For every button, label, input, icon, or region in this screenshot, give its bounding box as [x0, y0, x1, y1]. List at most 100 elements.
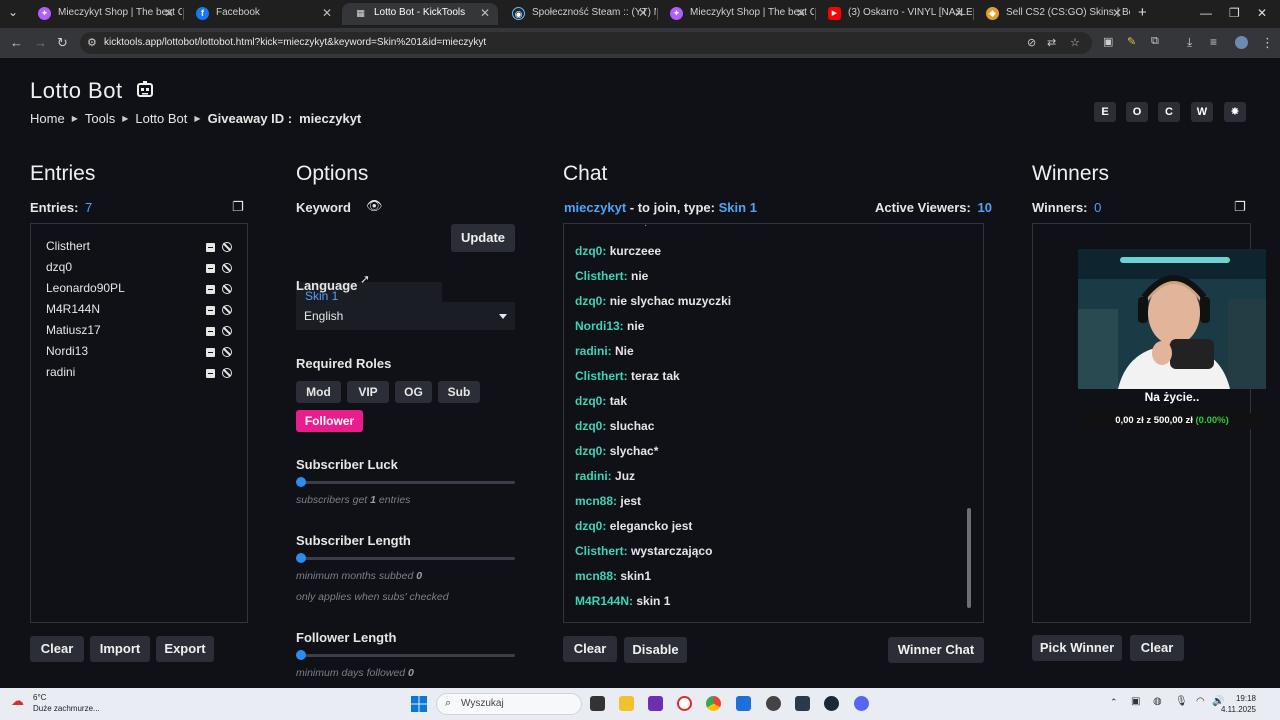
- theme-button-e[interactable]: E: [1094, 102, 1116, 122]
- theme-button-w[interactable]: W: [1191, 102, 1213, 122]
- entries-clear-button[interactable]: Clear: [30, 636, 84, 662]
- role-vip-toggle[interactable]: VIP: [347, 381, 389, 403]
- theme-button-c[interactable]: C: [1158, 102, 1180, 122]
- remove-entry-icon[interactable]: [206, 306, 215, 315]
- subscriber-luck-slider[interactable]: [296, 477, 515, 487]
- taskbar-clock[interactable]: 19:18 4.11.2025: [1221, 693, 1256, 715]
- tab-facebook[interactable]: f Facebook ✕: [184, 3, 340, 25]
- tab-mieczykyt-shop-2[interactable]: ✦ Mieczykyt Shop | The best Cha ✕: [658, 3, 814, 25]
- steam-taskbar-icon[interactable]: [824, 696, 839, 711]
- chat-username[interactable]: Clisthert:: [575, 369, 628, 383]
- site-info-icon[interactable]: ⚙: [87, 36, 97, 49]
- close-icon[interactable]: ✕: [638, 6, 648, 20]
- chat-username[interactable]: dzq0:: [575, 444, 606, 458]
- extension-2-icon[interactable]: ✎: [1127, 35, 1136, 48]
- chat-clear-button[interactable]: Clear: [563, 636, 617, 662]
- breadcrumb-tools[interactable]: Tools: [85, 111, 115, 126]
- update-keyword-button[interactable]: Update: [451, 224, 515, 252]
- remove-entry-icon[interactable]: [206, 348, 215, 357]
- close-icon[interactable]: ✕: [1112, 6, 1122, 20]
- follower-length-slider[interactable]: [296, 650, 515, 660]
- slider-thumb[interactable]: [296, 477, 306, 487]
- chat-username[interactable]: mcn88:: [575, 494, 617, 508]
- breadcrumb-home[interactable]: Home: [30, 111, 65, 126]
- discord-icon[interactable]: [854, 696, 869, 711]
- chat-log[interactable]: · dzq0: kurczeee Clisthert: nie dzq0: nie s…: [563, 223, 984, 623]
- remove-entry-icon[interactable]: [206, 369, 215, 378]
- chat-username[interactable]: M4R144N:: [575, 594, 633, 608]
- winner-chat-button[interactable]: Winner Chat: [888, 637, 984, 663]
- opera-icon[interactable]: [677, 696, 692, 711]
- slider-thumb[interactable]: [296, 650, 306, 660]
- remove-entry-icon[interactable]: [206, 285, 215, 294]
- chat-username[interactable]: dzq0:: [575, 394, 606, 408]
- close-icon[interactable]: ✕: [164, 6, 174, 20]
- tab-lotto-bot[interactable]: ▦ Lotto Bot - KickTools ✕: [342, 3, 498, 25]
- task-view-icon[interactable]: [590, 696, 605, 711]
- extension-icon[interactable]: ▣: [1103, 35, 1113, 48]
- tab-sell-skins[interactable]: ◆ Sell CS2 (CS:GO) Skins | Best C ✕: [974, 3, 1130, 25]
- copy-entries-icon[interactable]: ❐: [232, 199, 244, 215]
- ban-user-icon[interactable]: [222, 305, 232, 315]
- download-icon[interactable]: ⤓: [1187, 35, 1192, 50]
- app-icon[interactable]: [648, 696, 663, 711]
- ban-user-icon[interactable]: [222, 284, 232, 294]
- windows-start-icon[interactable]: [411, 696, 427, 712]
- role-og-toggle[interactable]: OG: [395, 381, 432, 403]
- file-explorer-icon[interactable]: [619, 696, 634, 711]
- chat-username[interactable]: Clisthert:: [575, 544, 628, 558]
- tray-icon[interactable]: ▣: [1131, 696, 1140, 707]
- eye-off-icon[interactable]: ⊘: [1027, 36, 1036, 49]
- close-icon[interactable]: ✕: [480, 6, 490, 20]
- close-icon[interactable]: ✕: [322, 6, 332, 20]
- ban-user-icon[interactable]: [222, 263, 232, 273]
- tab-steam[interactable]: ◉ Społeczność Steam :: (YT) Mie ✕: [500, 3, 656, 25]
- theme-toggle-sun-icon[interactable]: ✸: [1224, 102, 1246, 122]
- winners-clear-button[interactable]: Clear: [1130, 635, 1184, 661]
- chat-username[interactable]: Nordi13:: [575, 319, 624, 333]
- remove-entry-icon[interactable]: [206, 327, 215, 336]
- taskbar-search-field[interactable]: ⌕ Wyszukaj: [436, 693, 582, 715]
- chrome-icon[interactable]: [706, 696, 721, 711]
- close-icon[interactable]: ✕: [796, 6, 806, 20]
- maximize-icon[interactable]: ❐: [1229, 6, 1240, 20]
- role-mod-toggle[interactable]: Mod: [296, 381, 341, 403]
- ban-user-icon[interactable]: [222, 368, 232, 378]
- wifi-icon[interactable]: ◠: [1196, 696, 1205, 707]
- slider-thumb[interactable]: [296, 553, 306, 563]
- copy-winners-icon[interactable]: ❐: [1234, 199, 1246, 215]
- app-3-icon[interactable]: [795, 696, 810, 711]
- eye-icon[interactable]: 👁: [366, 198, 383, 214]
- weather-icon[interactable]: ☁: [11, 693, 24, 709]
- tab-mieczykyt-shop[interactable]: ✦ Mieczykyt Shop | The best Cha ✕: [26, 3, 182, 25]
- chat-username[interactable]: radini:: [575, 469, 612, 483]
- window-close-icon[interactable]: ✕: [1257, 6, 1267, 20]
- role-follower-toggle[interactable]: Follower: [296, 410, 363, 432]
- ban-user-icon[interactable]: [222, 242, 232, 252]
- chat-username[interactable]: Clisthert:: [575, 269, 628, 283]
- pick-winner-button[interactable]: Pick Winner: [1032, 635, 1122, 661]
- ban-user-icon[interactable]: [222, 326, 232, 336]
- profile-avatar[interactable]: [1235, 36, 1248, 49]
- microphone-icon[interactable]: 🎙: [1175, 696, 1188, 707]
- chat-username[interactable]: dzq0:: [575, 244, 606, 258]
- entries-export-button[interactable]: Export: [156, 636, 214, 662]
- tab-search-icon[interactable]: ⌄: [8, 5, 18, 19]
- back-icon[interactable]: ←: [10, 35, 23, 50]
- remove-entry-icon[interactable]: [206, 264, 215, 273]
- reload-icon[interactable]: ↻: [57, 35, 68, 51]
- subscriber-length-slider[interactable]: [296, 553, 515, 563]
- role-sub-toggle[interactable]: Sub: [438, 381, 480, 403]
- breadcrumb-lotto-bot[interactable]: Lotto Bot: [135, 111, 187, 126]
- chat-username[interactable]: mcn88:: [575, 569, 617, 583]
- new-tab-icon[interactable]: +: [1138, 4, 1147, 21]
- entries-import-button[interactable]: Import: [90, 636, 150, 662]
- tray-icon[interactable]: ◍: [1153, 696, 1162, 707]
- language-select[interactable]: English: [296, 302, 515, 330]
- menu-kebab-icon[interactable]: ⋮: [1261, 35, 1274, 51]
- app-2-icon[interactable]: [766, 696, 781, 711]
- chat-username[interactable]: dzq0:: [575, 419, 606, 433]
- minimize-icon[interactable]: —: [1200, 6, 1212, 20]
- reading-list-icon[interactable]: ≡: [1210, 35, 1217, 49]
- extensions-puzzle-icon[interactable]: ⧉: [1151, 35, 1159, 48]
